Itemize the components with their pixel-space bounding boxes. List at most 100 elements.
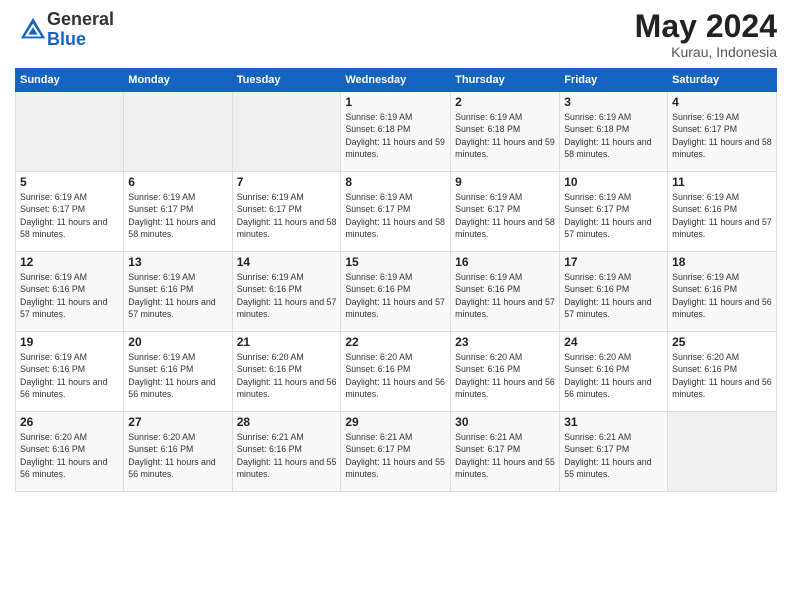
day-info: Sunrise: 6:19 AM Sunset: 6:17 PM Dayligh… — [455, 191, 555, 240]
day-number: 6 — [128, 175, 227, 189]
day-cell: 6 Sunrise: 6:19 AM Sunset: 6:17 PM Daylig… — [124, 172, 232, 252]
day-number: 29 — [345, 415, 446, 429]
day-cell: 15 Sunrise: 6:19 AM Sunset: 6:16 PM Dayli… — [341, 252, 451, 332]
title-location: Kurau, Indonesia — [635, 44, 777, 60]
title-month: May 2024 — [635, 10, 777, 42]
day-number: 23 — [455, 335, 555, 349]
day-info: Sunrise: 6:19 AM Sunset: 6:16 PM Dayligh… — [345, 271, 446, 320]
day-info: Sunrise: 6:19 AM Sunset: 6:16 PM Dayligh… — [20, 351, 119, 400]
day-info: Sunrise: 6:20 AM Sunset: 6:16 PM Dayligh… — [455, 351, 555, 400]
day-info: Sunrise: 6:19 AM Sunset: 6:17 PM Dayligh… — [128, 191, 227, 240]
day-cell: 13 Sunrise: 6:19 AM Sunset: 6:16 PM Dayli… — [124, 252, 232, 332]
day-cell: 2 Sunrise: 6:19 AM Sunset: 6:18 PM Daylig… — [451, 92, 560, 172]
day-info: Sunrise: 6:20 AM Sunset: 6:16 PM Dayligh… — [672, 351, 772, 400]
day-number: 8 — [345, 175, 446, 189]
day-info: Sunrise: 6:20 AM Sunset: 6:16 PM Dayligh… — [345, 351, 446, 400]
day-cell: 18Sunrise: 6:19 AM Sunset: 6:16 PM Dayli… — [668, 252, 777, 332]
day-cell: 24 Sunrise: 6:20 AM Sunset: 6:16 PM Dayli… — [560, 332, 668, 412]
day-cell: 21 Sunrise: 6:20 AM Sunset: 6:16 PM Dayli… — [232, 332, 341, 412]
col-wednesday: Wednesday — [341, 69, 451, 92]
logo: General Blue — [15, 10, 114, 50]
day-cell: 16Sunrise: 6:19 AM Sunset: 6:16 PM Dayli… — [451, 252, 560, 332]
logo-general: General — [47, 10, 114, 30]
day-info: Sunrise: 6:19 AM Sunset: 6:17 PM Dayligh… — [564, 191, 663, 240]
day-number: 3 — [564, 95, 663, 109]
day-number: 28 — [237, 415, 337, 429]
col-thursday: Thursday — [451, 69, 560, 92]
day-number: 5 — [20, 175, 119, 189]
day-number: 16 — [455, 255, 555, 269]
day-number: 20 — [128, 335, 227, 349]
col-sunday: Sunday — [16, 69, 124, 92]
day-cell — [232, 92, 341, 172]
day-info: Sunrise: 6:19 AM Sunset: 6:16 PM Dayligh… — [128, 351, 227, 400]
day-cell: 28 Sunrise: 6:21 AM Sunset: 6:16 PM Dayli… — [232, 412, 341, 492]
day-info: Sunrise: 6:21 AM Sunset: 6:17 PM Dayligh… — [345, 431, 446, 480]
day-number: 2 — [455, 95, 555, 109]
day-number: 7 — [237, 175, 337, 189]
week-row-2: 5 Sunrise: 6:19 AM Sunset: 6:17 PM Daylig… — [16, 172, 777, 252]
day-info: Sunrise: 6:19 AM Sunset: 6:18 PM Dayligh… — [345, 111, 446, 160]
day-cell: 29 Sunrise: 6:21 AM Sunset: 6:17 PM Dayli… — [341, 412, 451, 492]
day-info: Sunrise: 6:19 AM Sunset: 6:16 PM Dayligh… — [128, 271, 227, 320]
day-number: 27 — [128, 415, 227, 429]
day-info: Sunrise: 6:20 AM Sunset: 6:16 PM Dayligh… — [128, 431, 227, 480]
col-saturday: Saturday — [668, 69, 777, 92]
col-tuesday: Tuesday — [232, 69, 341, 92]
day-cell: 20 Sunrise: 6:19 AM Sunset: 6:16 PM Dayli… — [124, 332, 232, 412]
day-info: Sunrise: 6:20 AM Sunset: 6:16 PM Dayligh… — [564, 351, 663, 400]
week-row-5: 26 Sunrise: 6:20 AM Sunset: 6:16 PM Dayli… — [16, 412, 777, 492]
day-cell: 26 Sunrise: 6:20 AM Sunset: 6:16 PM Dayli… — [16, 412, 124, 492]
day-cell: 14 Sunrise: 6:19 AM Sunset: 6:16 PM Dayli… — [232, 252, 341, 332]
day-cell: 10 Sunrise: 6:19 AM Sunset: 6:17 PM Dayli… — [560, 172, 668, 252]
day-info: Sunrise: 6:19 AM Sunset: 6:16 PM Dayligh… — [237, 271, 337, 320]
day-number: 22 — [345, 335, 446, 349]
day-number: 26 — [20, 415, 119, 429]
day-number: 15 — [345, 255, 446, 269]
day-number: 18 — [672, 255, 772, 269]
day-number: 10 — [564, 175, 663, 189]
day-info: Sunrise: 6:19 AM Sunset: 6:16 PM Dayligh… — [20, 271, 119, 320]
day-cell: 27 Sunrise: 6:20 AM Sunset: 6:16 PM Dayli… — [124, 412, 232, 492]
day-cell: 5Sunrise: 6:19 AM Sunset: 6:17 PM Daylig… — [16, 172, 124, 252]
day-info: Sunrise: 6:20 AM Sunset: 6:16 PM Dayligh… — [20, 431, 119, 480]
day-info: Sunrise: 6:19 AM Sunset: 6:17 PM Dayligh… — [672, 111, 772, 160]
day-cell: 1 Sunrise: 6:19 AM Sunset: 6:18 PM Daylig… — [341, 92, 451, 172]
day-number: 13 — [128, 255, 227, 269]
day-number: 14 — [237, 255, 337, 269]
day-info: Sunrise: 6:19 AM Sunset: 6:16 PM Dayligh… — [564, 271, 663, 320]
col-friday: Friday — [560, 69, 668, 92]
day-number: 30 — [455, 415, 555, 429]
day-number: 1 — [345, 95, 446, 109]
day-info: Sunrise: 6:21 AM Sunset: 6:16 PM Dayligh… — [237, 431, 337, 480]
day-info: Sunrise: 6:19 AM Sunset: 6:18 PM Dayligh… — [455, 111, 555, 160]
day-cell: 9 Sunrise: 6:19 AM Sunset: 6:17 PM Daylig… — [451, 172, 560, 252]
day-cell: 23 Sunrise: 6:20 AM Sunset: 6:16 PM Dayli… — [451, 332, 560, 412]
day-number: 19 — [20, 335, 119, 349]
day-number: 9 — [455, 175, 555, 189]
col-monday: Monday — [124, 69, 232, 92]
logo-icon — [19, 16, 47, 44]
day-number: 25 — [672, 335, 772, 349]
day-cell — [668, 412, 777, 492]
day-number: 11 — [672, 175, 772, 189]
day-cell: 12 Sunrise: 6:19 AM Sunset: 6:16 PM Dayli… — [16, 252, 124, 332]
day-cell: 4Sunrise: 6:19 AM Sunset: 6:17 PM Daylig… — [668, 92, 777, 172]
day-info: Sunrise: 6:20 AM Sunset: 6:16 PM Dayligh… — [237, 351, 337, 400]
day-number: 31 — [564, 415, 663, 429]
week-row-3: 12 Sunrise: 6:19 AM Sunset: 6:16 PM Dayli… — [16, 252, 777, 332]
day-info: Sunrise: 6:21 AM Sunset: 6:17 PM Dayligh… — [455, 431, 555, 480]
calendar-table: Sunday Monday Tuesday Wednesday Thursday… — [15, 68, 777, 492]
day-info: Sunrise: 6:19 AM Sunset: 6:16 PM Dayligh… — [672, 191, 772, 240]
day-number: 24 — [564, 335, 663, 349]
day-info: Sunrise: 6:19 AM Sunset: 6:17 PM Dayligh… — [345, 191, 446, 240]
day-cell: 8 Sunrise: 6:19 AM Sunset: 6:17 PM Daylig… — [341, 172, 451, 252]
week-row-4: 19 Sunrise: 6:19 AM Sunset: 6:16 PM Dayli… — [16, 332, 777, 412]
header-row: Sunday Monday Tuesday Wednesday Thursday… — [16, 69, 777, 92]
day-info: Sunrise: 6:21 AM Sunset: 6:17 PM Dayligh… — [564, 431, 663, 480]
week-row-1: 1 Sunrise: 6:19 AM Sunset: 6:18 PM Daylig… — [16, 92, 777, 172]
header: General Blue May 2024 Kurau, Indonesia — [15, 10, 777, 60]
day-number: 21 — [237, 335, 337, 349]
day-cell — [16, 92, 124, 172]
day-number: 12 — [20, 255, 119, 269]
